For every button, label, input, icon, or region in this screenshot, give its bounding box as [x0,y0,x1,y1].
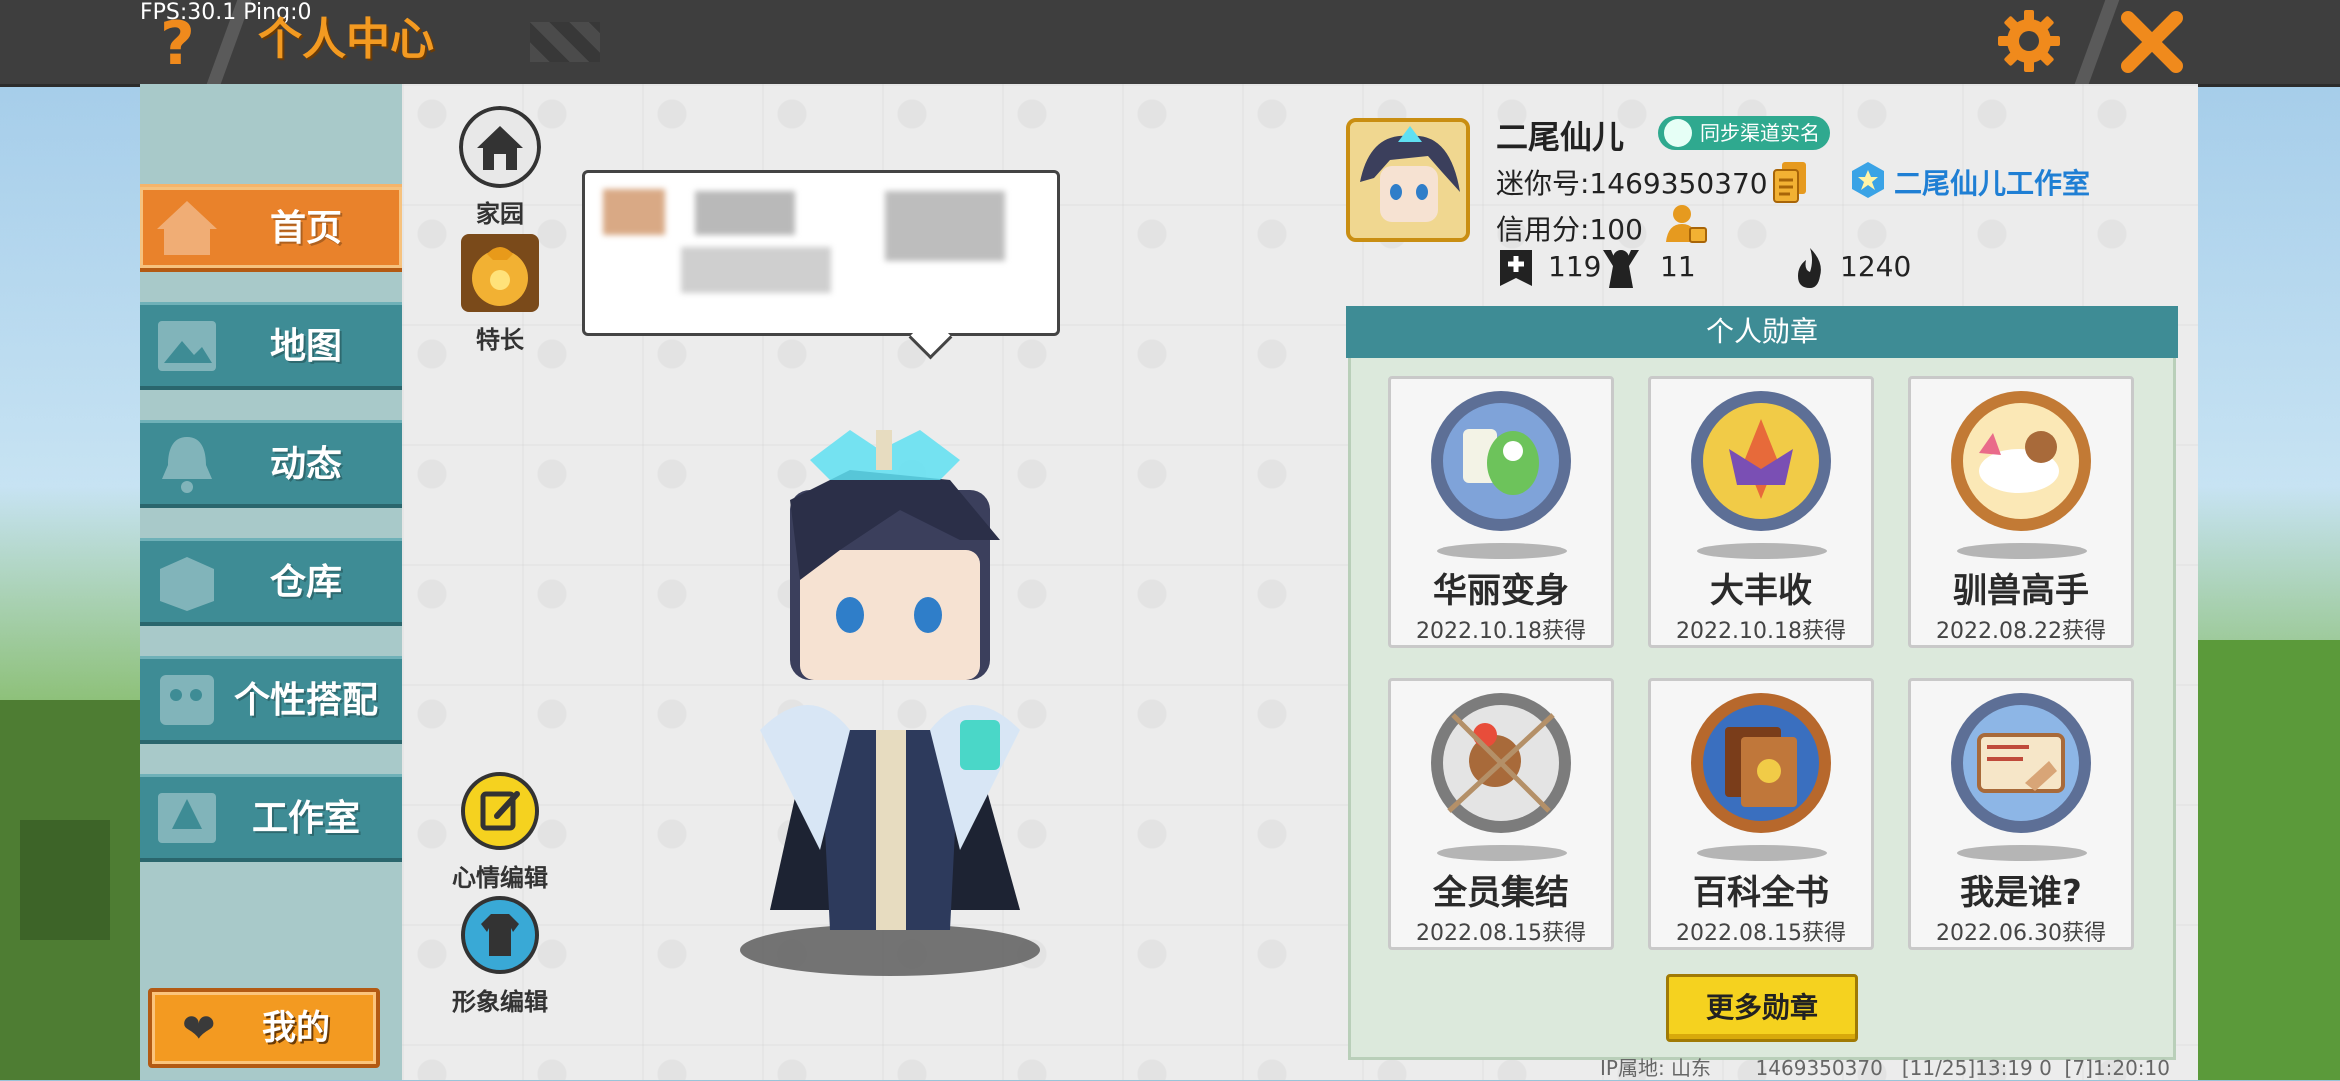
talent-bag-icon [461,234,539,312]
medal-date: 2022.08.15获得 [1676,921,1846,946]
credit-score: 信用分:100 [1496,213,1643,246]
user-verified-icon [1664,119,1692,147]
stat-heat: 1240 [1840,250,1912,283]
credit-person-icon[interactable] [1664,202,1708,246]
medal-name: 全员集结 [1433,873,1569,913]
talent-button[interactable]: 特长 [450,232,550,355]
talent-label: 特长 [476,326,524,354]
more-medals-label: 更多勋章 [1705,991,1818,1024]
appearance-edit-button[interactable]: 形象编辑 [450,894,550,1017]
sidebar-item-warehouse[interactable]: 仓库 [140,538,402,626]
medal-shadow [1697,845,1827,861]
studio-link[interactable]: 二尾仙儿工作室 [1894,162,2090,202]
mini-id: 迷你号:1469350370 [1496,167,1768,200]
mood-edit-button[interactable]: 心情编辑 [450,770,550,893]
sidebar-item-home[interactable]: 首页 [140,184,402,272]
verified-badge[interactable]: 同步渠道实名 [1658,116,1830,150]
medal-card[interactable]: 我是谁? 2022.06.30获得 [1908,678,2134,950]
home-icon [459,106,541,188]
medal-card[interactable]: 驯兽高手 2022.08.22获得 [1908,376,2134,648]
sidebar-item-label: 工作室 [251,798,360,839]
sidebar-item-label: 地图 [269,326,342,367]
home-button[interactable]: 家园 [450,106,550,229]
sidebar-item-style[interactable]: 个性搭配 [140,656,402,744]
mood-edit-label: 心情编辑 [452,864,548,892]
stat-adds: 119 [1548,250,1602,283]
medal-date: 2022.10.18获得 [1676,619,1846,644]
more-medals-button[interactable]: 更多勋章 [1666,974,1858,1042]
medal-assemble-icon [1431,693,1571,833]
backdrop-hill-right [2198,640,2340,1080]
close-icon[interactable] [2118,8,2186,76]
user-name: 二尾仙儿 [1496,118,1625,156]
blurred-content [681,247,831,293]
copy-icon[interactable] [1772,160,1808,204]
medal-name: 大丰收 [1710,571,1812,611]
verified-badge-label: 同步渠道实名 [1700,121,1820,145]
page-title: 个人中心 [258,14,434,65]
medal-shadow [1437,845,1567,861]
medal-panel-title: 个人勋章 [1346,306,2178,358]
gear-icon[interactable] [1994,6,2064,76]
medal-card[interactable]: 大丰收 2022.10.18获得 [1648,376,1874,648]
medal-date: 2022.08.22获得 [1936,619,2106,644]
medal-date: 2022.06.30获得 [1936,921,2106,946]
shirt-icon [461,896,539,974]
medal-date: 2022.08.15获得 [1416,921,1586,946]
home-label: 家园 [476,200,524,228]
medal-encyclopedia-icon [1691,693,1831,833]
sidebar-item-label: 首页 [269,208,342,249]
footer-status: IP属地: 山东 1469350370 [11/25]13:19 0 [7]1:… [1600,1056,2170,1080]
edit-icon [461,772,539,850]
medal-name: 驯兽高手 [1953,571,2089,611]
add-friend-icon [1500,250,1532,286]
stat-fans: 11 [1660,250,1696,283]
medal-name: 华丽变身 [1433,571,1569,611]
medal-date: 2022.10.18获得 [1416,619,1586,644]
medal-card[interactable]: 华丽变身 2022.10.18获得 [1388,376,1614,648]
medal-shadow [1957,845,2087,861]
fans-icon [1603,250,1639,288]
sidebar-item-feed[interactable]: 动态 [140,420,402,508]
sidebar-item-label: 仓库 [269,562,342,603]
sidebar-item-label: 动态 [269,444,342,485]
heart-icon: ❤ [182,1006,216,1052]
medal-harvest-icon [1691,391,1831,531]
medal-shadow [1437,543,1567,559]
medal-who-am-i-icon [1951,693,2091,833]
profile-portrait[interactable] [1346,118,1470,242]
blurred-content [885,191,1005,261]
blurred-content [603,189,665,235]
decorative-stripes [530,22,600,62]
medal-shadow [1697,543,1827,559]
sidebar-item-map[interactable]: 地图 [140,302,402,390]
medal-shadow [1957,543,2087,559]
mood-speech-bubble [582,170,1060,336]
player-avatar[interactable] [700,430,1080,990]
sidebar-item-studio[interactable]: 工作室 [140,774,402,862]
blurred-content [695,191,795,235]
medal-card[interactable]: 全员集结 2022.08.15获得 [1388,678,1614,950]
medal-tamer-icon [1951,391,2091,531]
sidebar-item-label: 个性搭配 [233,680,378,721]
appearance-edit-label: 形象编辑 [452,988,548,1016]
medal-card[interactable]: 百科全书 2022.08.15获得 [1648,678,1874,950]
mine-button[interactable]: ❤ 我的 [148,988,380,1068]
avatar [1350,122,1466,238]
medal-name: 我是谁? [1960,873,2082,913]
fire-icon [1798,248,1821,288]
studio-star-icon [1852,162,1884,198]
backdrop-block-left [20,820,110,940]
divider [2074,0,2120,84]
medal-transform-icon [1431,391,1571,531]
mine-label: 我的 [262,1008,330,1048]
medal-name: 百科全书 [1693,873,1829,913]
